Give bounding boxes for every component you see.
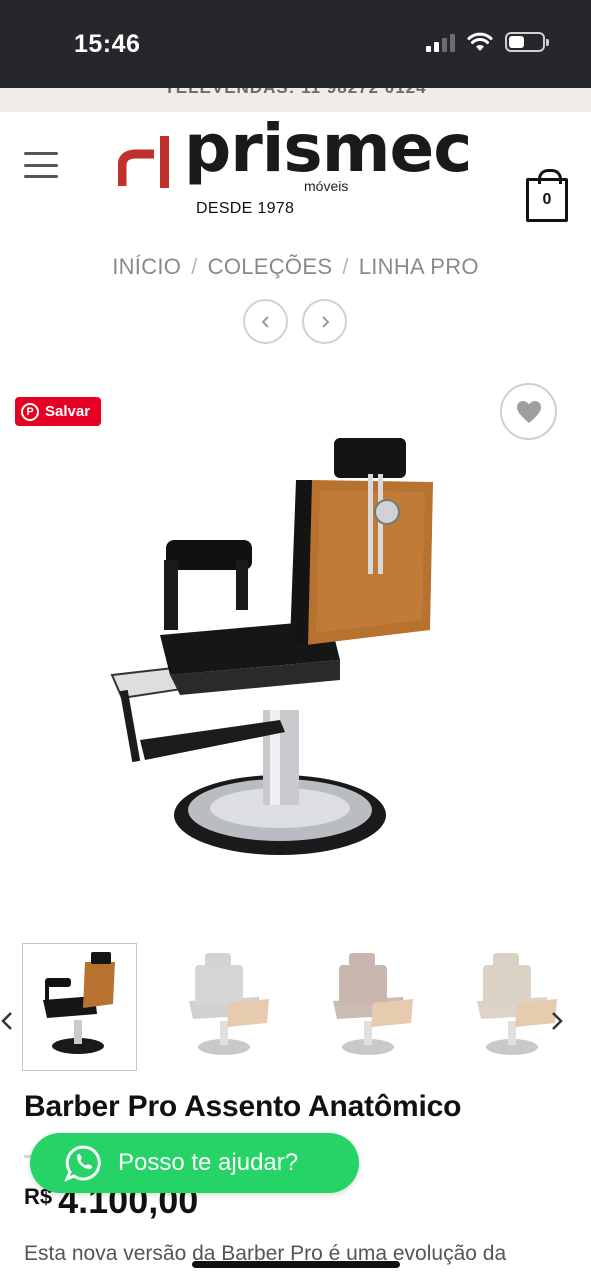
thumbnail-next-button[interactable] xyxy=(550,1010,564,1039)
cellular-signal-icon xyxy=(426,32,455,52)
battery-icon xyxy=(505,32,549,52)
product-title: Barber Pro Assento Anatômico xyxy=(24,1090,462,1123)
whatsapp-label: Posso te ajudar? xyxy=(118,1149,299,1176)
breadcrumb: INÍCIO / COLEÇÕES / LINHA PRO xyxy=(0,254,591,280)
status-icons xyxy=(426,32,549,52)
heart-icon xyxy=(516,400,541,423)
televendas-strip: TELEVENDAS: 11 98272 0124 xyxy=(0,88,591,112)
breadcrumb-inicio[interactable]: INÍCIO xyxy=(112,254,181,279)
thumbnail-strip xyxy=(22,943,572,1073)
home-indicator xyxy=(192,1261,400,1268)
televendas-text: TELEVENDAS: 11 98272 0124 xyxy=(0,88,591,98)
pinterest-save-label: Salvar xyxy=(45,403,91,420)
logo-wordmark: prismec xyxy=(184,110,472,187)
menu-button[interactable] xyxy=(24,152,58,178)
chevron-left-icon xyxy=(1,1012,12,1030)
thumbnail-image xyxy=(477,953,557,1055)
status-bar: 15:46 xyxy=(0,0,591,88)
pinterest-icon: P xyxy=(21,402,39,421)
whatsapp-chat-button[interactable]: Posso te ajudar? xyxy=(30,1133,359,1193)
thumbnail-3[interactable] xyxy=(313,943,428,1071)
thumbnail-1[interactable] xyxy=(22,943,137,1071)
breadcrumb-linha-pro[interactable]: LINHA PRO xyxy=(359,254,479,279)
chevron-left-icon xyxy=(261,315,269,328)
breadcrumb-separator: / xyxy=(342,254,349,279)
product-nav xyxy=(243,299,347,344)
thumbnail-4[interactable] xyxy=(457,943,572,1071)
next-product-button[interactable] xyxy=(302,299,347,344)
thumbnail-image xyxy=(43,952,115,1054)
pinterest-save-button[interactable]: P Salvar xyxy=(15,397,101,426)
cart-count: 0 xyxy=(542,191,552,208)
wifi-icon xyxy=(467,32,493,51)
previous-product-button[interactable] xyxy=(243,299,288,344)
cart-button[interactable]: 0 xyxy=(526,169,568,222)
breadcrumb-colecoes[interactable]: COLEÇÕES xyxy=(208,254,333,279)
thumbnail-2[interactable] xyxy=(169,943,284,1071)
whatsapp-icon xyxy=(64,1145,101,1182)
thumbnail-image xyxy=(333,953,413,1055)
thumbnail-prev-button[interactable] xyxy=(0,1010,14,1038)
status-time: 15:46 xyxy=(74,30,141,58)
thumbnail-image xyxy=(189,953,269,1055)
product-image[interactable] xyxy=(100,430,460,860)
chevron-right-icon xyxy=(321,315,329,328)
logo-subtitle: móveis xyxy=(304,178,349,194)
logo-mark-icon xyxy=(118,136,169,188)
wishlist-button[interactable] xyxy=(500,383,557,440)
chevron-right-icon xyxy=(552,1012,563,1030)
breadcrumb-separator: / xyxy=(191,254,198,279)
logo-since: DESDE 1978 xyxy=(196,200,295,217)
logo[interactable]: prismec móveis DESDE 1978 xyxy=(118,110,478,222)
